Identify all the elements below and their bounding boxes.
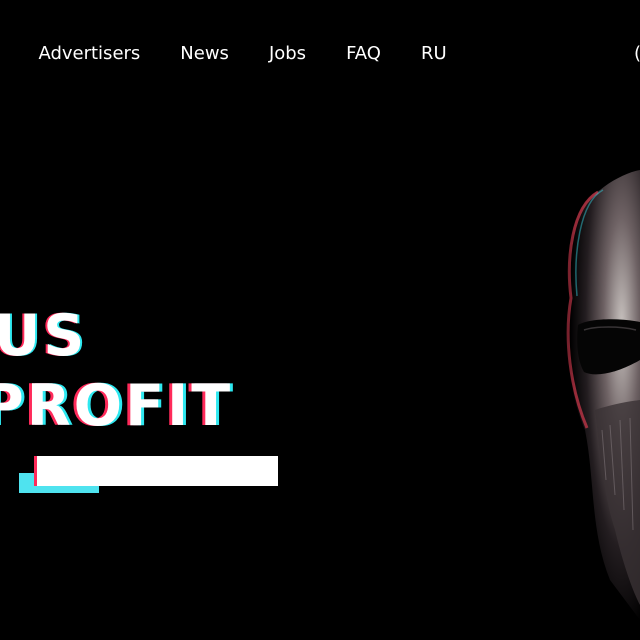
top-nav: es Advertisers News Jobs FAQ RU [0, 42, 447, 66]
nav-item-news[interactable]: News [180, 42, 229, 66]
glitch-portrait-image [540, 150, 640, 640]
hero-headline-line-1: US [0, 303, 88, 369]
hero-headline-line-2: PROFIT [0, 373, 234, 439]
nav-item-faq[interactable]: FAQ [346, 42, 381, 66]
nav-right-partial-item[interactable]: ( [634, 42, 640, 66]
nav-item-advertisers[interactable]: Advertisers [38, 42, 140, 66]
cta-button[interactable] [37, 456, 278, 486]
portrait-svg [540, 150, 640, 640]
nav-item-language-ru[interactable]: RU [421, 42, 447, 66]
nav-item-jobs[interactable]: Jobs [269, 42, 306, 66]
